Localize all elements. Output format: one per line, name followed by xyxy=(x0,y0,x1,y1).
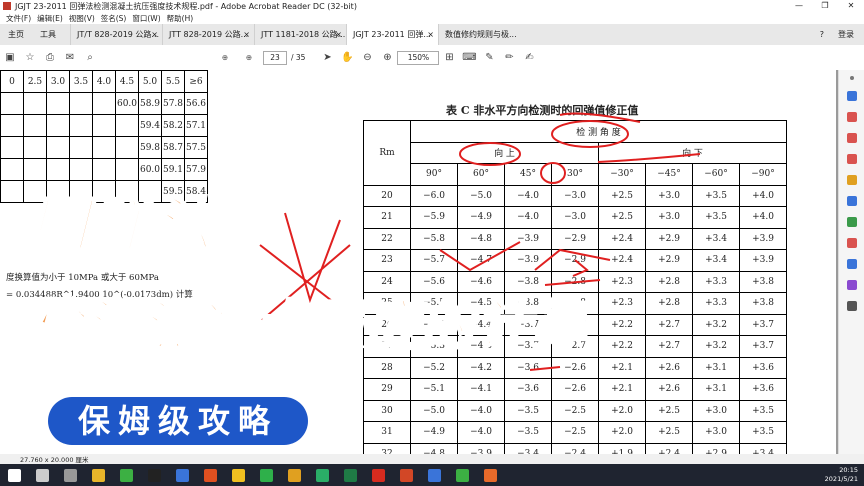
search-tool-icon[interactable] xyxy=(847,91,857,101)
app-green3-icon[interactable] xyxy=(456,468,469,482)
wechat-icon[interactable] xyxy=(316,468,329,482)
save-icon[interactable]: ▣ xyxy=(0,52,20,63)
fit-page-icon[interactable]: ⊞ xyxy=(439,52,459,63)
help-icon[interactable]: ? xyxy=(820,24,824,45)
search-icon[interactable]: ⌕ xyxy=(80,52,100,63)
overlay-title: 回弹法 xyxy=(29,191,217,260)
acrobat-taskbar-icon[interactable] xyxy=(372,468,385,482)
app-orange-icon[interactable] xyxy=(484,468,497,482)
page-number-input[interactable]: 23 xyxy=(263,50,287,65)
comment-icon[interactable]: ✎ xyxy=(479,52,499,63)
app-green2-icon[interactable] xyxy=(260,468,273,482)
comment-tool-icon[interactable] xyxy=(847,175,857,185)
powerpoint-icon[interactable] xyxy=(400,468,413,482)
hand-tool-icon[interactable]: ✋ xyxy=(337,52,357,63)
edit-pdf-icon[interactable] xyxy=(847,154,857,164)
page-up-icon[interactable]: ⊕ xyxy=(215,53,235,62)
select-cursor-icon[interactable]: ➤ xyxy=(317,52,337,63)
task-view-icon[interactable] xyxy=(64,468,77,482)
close-icon[interactable]: × xyxy=(335,24,342,45)
protect-icon[interactable] xyxy=(847,259,857,269)
page-size-label: 27.760 x 20.000 厘米 xyxy=(20,456,89,464)
doc-tab[interactable]: 数值修约规则与极... xyxy=(438,24,530,45)
login-button[interactable]: 登录 xyxy=(838,24,854,45)
bookmark-star-icon[interactable]: ☆ xyxy=(20,52,40,63)
minimize-button[interactable]: — xyxy=(786,0,812,12)
windows-taskbar: 20:15 2021/5/21 xyxy=(0,464,864,486)
overlay-subtitle: 检测混凝土强度的计算 xyxy=(27,293,588,359)
excel-icon[interactable] xyxy=(344,468,357,482)
zoom-out-icon[interactable]: ⊖ xyxy=(357,52,377,63)
start-icon[interactable] xyxy=(8,468,21,482)
mail-icon[interactable] xyxy=(176,468,189,482)
tab-tools[interactable]: 工具 xyxy=(32,29,64,40)
search-taskbar-icon[interactable] xyxy=(36,468,49,482)
export-pdf-icon[interactable] xyxy=(847,112,857,122)
overlay-badge: 保姆级攻略 xyxy=(48,397,308,445)
create-pdf-icon[interactable] xyxy=(847,133,857,143)
expand-panel-icon[interactable] xyxy=(850,76,854,80)
page-total: / 35 xyxy=(291,53,306,62)
highlight-icon[interactable]: ✏ xyxy=(499,52,519,63)
zoom-select[interactable]: 150% xyxy=(397,50,440,65)
combine-files-icon[interactable] xyxy=(847,196,857,206)
close-icon[interactable]: × xyxy=(151,24,158,45)
doc-tab[interactable]: JT/T 828-2019 公路... × xyxy=(70,24,162,45)
menu-file[interactable]: 文件(F) xyxy=(6,13,31,24)
sign-icon[interactable]: ✍ xyxy=(519,52,539,63)
right-tools-panel xyxy=(838,70,864,454)
toolbar: ▣ ☆ ⎙ ✉ ⌕ ⊕ ⊕ 23 / 35 ➤ ✋ ⊖ ⊕ 150% ⊞ ⌨ ✎… xyxy=(0,45,864,71)
redact-icon[interactable] xyxy=(847,238,857,248)
menu-edit[interactable]: 编辑(E) xyxy=(37,13,63,24)
more-tools-icon[interactable] xyxy=(847,301,857,311)
folder-icon[interactable] xyxy=(92,468,105,482)
app-green-icon[interactable] xyxy=(120,468,133,482)
print-icon[interactable]: ⎙ xyxy=(40,52,60,63)
email-icon[interactable]: ✉ xyxy=(60,52,80,63)
keyboard-icon[interactable]: ⌨ xyxy=(459,52,479,63)
menu-bar: 文件(F) 编辑(E) 视图(V) 签名(S) 窗口(W) 帮助(H) xyxy=(0,12,864,24)
acrobat-app-icon xyxy=(3,2,11,10)
qq-icon[interactable] xyxy=(148,468,161,482)
zoom-in-icon[interactable]: ⊕ xyxy=(377,52,397,63)
close-button[interactable]: ✕ xyxy=(838,0,864,12)
clock[interactable]: 20:15 2021/5/21 xyxy=(825,466,858,484)
doc-tab[interactable]: JTT 1181-2018 公路... × xyxy=(254,24,346,45)
maximize-button[interactable]: ❐ xyxy=(812,0,838,12)
page-down-icon[interactable]: ⊕ xyxy=(239,53,259,62)
organize-pages-icon[interactable] xyxy=(847,217,857,227)
close-icon[interactable]: × xyxy=(243,24,250,45)
chrome-icon[interactable] xyxy=(288,468,301,482)
menu-sign[interactable]: 签名(S) xyxy=(101,13,127,24)
menu-view[interactable]: 视图(V) xyxy=(69,13,95,24)
status-bar: 27.760 x 20.000 厘米 xyxy=(0,454,838,464)
edge-icon[interactable] xyxy=(204,468,217,482)
menu-help[interactable]: 帮助(H) xyxy=(167,13,194,24)
tab-bar: 主页 工具 JT/T 828-2019 公路... × JTT 828-2019 … xyxy=(0,24,864,45)
doc-tab-active[interactable]: JGJT 23-2011 回弹... × xyxy=(346,24,438,45)
window-title: JGJT 23-2011 回弹法检测混凝土抗压强度技术规程.pdf - Adob… xyxy=(15,1,357,11)
close-icon[interactable]: × xyxy=(427,24,434,45)
tab-home[interactable]: 主页 xyxy=(0,29,32,40)
app-blue-icon[interactable] xyxy=(428,468,441,482)
pen-app-icon[interactable] xyxy=(232,468,245,482)
fill-sign-icon[interactable] xyxy=(847,280,857,290)
doc-tab[interactable]: JTT 828-2019 公路... × xyxy=(162,24,254,45)
title-bar: JGJT 23-2011 回弹法检测混凝土抗压强度技术规程.pdf - Adob… xyxy=(0,0,864,12)
menu-window[interactable]: 窗口(W) xyxy=(132,13,160,24)
